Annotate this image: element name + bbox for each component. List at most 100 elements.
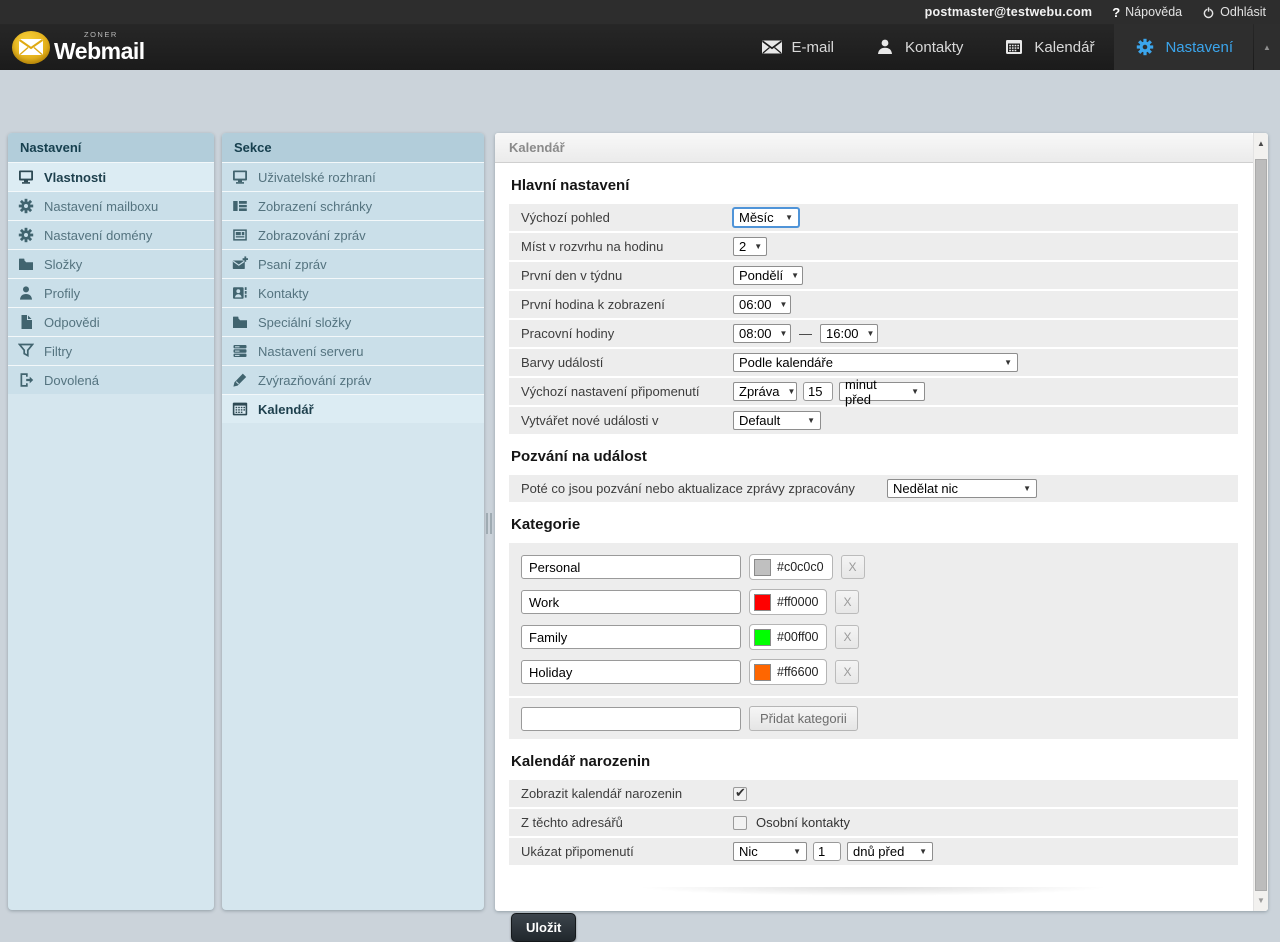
category-color-button[interactable]: #c0c0c0 — [749, 554, 833, 580]
webmail-logo-icon — [12, 31, 50, 64]
sections-nav-title: Sekce — [222, 133, 484, 162]
sidebar-item-slozky[interactable]: Složky — [8, 249, 214, 278]
invitations-action-select[interactable]: Nedělat nic — [887, 479, 1037, 498]
heading-pozvani-na-udalost: Pozvání na událost — [511, 448, 1238, 465]
show-birthday-calendar-checkbox[interactable] — [733, 787, 747, 801]
section-item-zobrazeni-schranky[interactable]: Zobrazení schránky — [222, 191, 484, 220]
default-view-select[interactable]: Měsíc — [733, 208, 799, 227]
envelope-icon — [761, 38, 783, 56]
category-color-button[interactable]: #ff6600 — [749, 659, 827, 685]
tab-kontakty[interactable]: Kontakty — [854, 24, 983, 70]
section-item-psani-zprav[interactable]: Psaní zpráv — [222, 249, 484, 278]
birthday-reminder-unit-select[interactable]: dnů před — [847, 842, 933, 861]
question-icon: ? — [1112, 5, 1120, 20]
personal-contacts-label: Osobní kontakty — [756, 815, 850, 830]
categories-block: #c0c0c0 X #ff0000 X #00ff00 X — [509, 543, 1238, 696]
remove-category-button[interactable]: X — [835, 590, 859, 614]
help-link[interactable]: ? Nápověda — [1112, 5, 1182, 20]
reminder-type-select[interactable]: Zpráva — [733, 382, 797, 401]
create-events-in-select[interactable]: Default — [733, 411, 821, 430]
scrollbar[interactable] — [1253, 133, 1268, 911]
tab-kalendar[interactable]: Kalendář — [983, 24, 1114, 70]
row-show-birthday-calendar: Zobrazit kalendář narozenin — [509, 780, 1238, 807]
brand-webmail-text: Webmail — [54, 40, 145, 63]
category-name-input[interactable] — [521, 555, 741, 579]
folder-icon — [232, 314, 248, 330]
working-hours-to-select[interactable]: 16:00 — [820, 324, 878, 343]
color-swatch — [754, 594, 771, 611]
contact-card-icon — [232, 285, 248, 301]
birthday-reminder-amount-input[interactable] — [813, 842, 841, 861]
category-color-button[interactable]: #ff0000 — [749, 589, 827, 615]
tab-nastaveni[interactable]: Nastavení — [1114, 24, 1253, 70]
working-hours-from-select[interactable]: 08:00 — [733, 324, 791, 343]
save-button[interactable]: Uložit — [511, 913, 576, 942]
row-create-events-in: Vytvářet nové události v Default — [509, 407, 1238, 434]
row-default-view: Výchozí pohled Měsíc — [509, 204, 1238, 231]
person-icon — [18, 285, 34, 301]
category-name-input[interactable] — [521, 625, 741, 649]
section-item-specialni-slozky[interactable]: Speciální složky — [222, 307, 484, 336]
remove-category-button[interactable]: X — [835, 625, 859, 649]
color-swatch — [754, 559, 771, 576]
row-first-day: První den v týdnu Pondělí — [509, 262, 1238, 289]
color-swatch — [754, 664, 771, 681]
event-colors-select[interactable]: Podle kalendáře — [733, 353, 1018, 372]
category-row: #ff0000 X — [521, 589, 1238, 615]
first-hour-select[interactable]: 06:00 — [733, 295, 791, 314]
remove-category-button[interactable]: X — [835, 660, 859, 684]
category-name-input[interactable] — [521, 660, 741, 684]
row-default-reminder: Výchozí nastavení připomenutí Zpráva min… — [509, 378, 1238, 405]
category-name-input[interactable] — [521, 590, 741, 614]
calendar-icon — [232, 401, 248, 417]
calendar-icon — [1003, 38, 1025, 56]
first-day-select[interactable]: Pondělí — [733, 266, 803, 285]
scroll-down-button[interactable] — [1254, 892, 1268, 909]
section-item-kontakty[interactable]: Kontakty — [222, 278, 484, 307]
section-item-uzivatelske-rozhrani[interactable]: Uživatelské rozhraní — [222, 162, 484, 191]
mail-plus-icon — [232, 256, 248, 272]
settings-nav-panel: Nastavení Vlastnosti Nastavení mailboxu … — [8, 133, 214, 910]
row-first-hour: První hodina k zobrazení 06:00 — [509, 291, 1238, 318]
server-icon — [232, 343, 248, 359]
section-item-zvyraznovani-zprav[interactable]: Zvýrazňování zpráv — [222, 365, 484, 394]
color-hex-label: #ff6600 — [777, 665, 818, 679]
color-hex-label: #c0c0c0 — [777, 560, 824, 574]
nav-tabs: E-mail Kontakty Kalendář — [741, 24, 1280, 70]
slots-per-hour-select[interactable]: 2 — [733, 237, 767, 256]
logout-link[interactable]: Odhlásit — [1202, 5, 1266, 19]
sidebar-item-odpovedi[interactable]: Odpovědi — [8, 307, 214, 336]
section-item-zobrazovani-zprav[interactable]: Zobrazování zpráv — [222, 220, 484, 249]
reminder-amount-input[interactable] — [803, 382, 833, 401]
sidebar-item-dovolena[interactable]: Dovolená — [8, 365, 214, 394]
personal-contacts-checkbox[interactable] — [733, 816, 747, 830]
sidebar-item-nastaveni-domeny[interactable]: Nastavení domény — [8, 220, 214, 249]
remove-category-button[interactable]: X — [841, 555, 865, 579]
scroll-up-button[interactable] — [1254, 135, 1268, 152]
settings-nav-title: Nastavení — [8, 133, 214, 162]
category-color-button[interactable]: #00ff00 — [749, 624, 827, 650]
collapse-navbar-button[interactable] — [1254, 24, 1280, 70]
sidebar-item-nastaveni-mailboxu[interactable]: Nastavení mailboxu — [8, 191, 214, 220]
sidebar-item-filtry[interactable]: Filtry — [8, 336, 214, 365]
user-email: postmaster@testwebu.com — [925, 5, 1093, 19]
new-category-input[interactable] — [521, 707, 741, 731]
sidebar-item-profily[interactable]: Profily — [8, 278, 214, 307]
category-row: #00ff00 X — [521, 624, 1238, 650]
add-category-button[interactable]: Přidat kategorii — [749, 706, 858, 731]
page-title: Kalendář — [495, 133, 1253, 163]
gear-icon — [18, 227, 34, 243]
top-bar: postmaster@testwebu.com ? Nápověda Odhlá… — [0, 0, 1280, 24]
color-hex-label: #00ff00 — [777, 630, 818, 644]
color-hex-label: #ff0000 — [777, 595, 818, 609]
section-item-nastaveni-serveru[interactable]: Nastavení serveru — [222, 336, 484, 365]
sidebar-item-vlastnosti[interactable]: Vlastnosti — [8, 162, 214, 191]
section-item-kalendar[interactable]: Kalendář — [222, 394, 484, 423]
scrollbar-thumb[interactable] — [1255, 159, 1267, 891]
birthday-reminder-type-select[interactable]: Nic — [733, 842, 807, 861]
tab-email[interactable]: E-mail — [741, 24, 855, 70]
reminder-unit-select[interactable]: minut před — [839, 382, 925, 401]
pencil-icon — [232, 372, 248, 388]
panel-resize-handle[interactable] — [486, 513, 493, 534]
nav-bar: ZONER Webmail E-mail Kontakty — [0, 24, 1280, 70]
